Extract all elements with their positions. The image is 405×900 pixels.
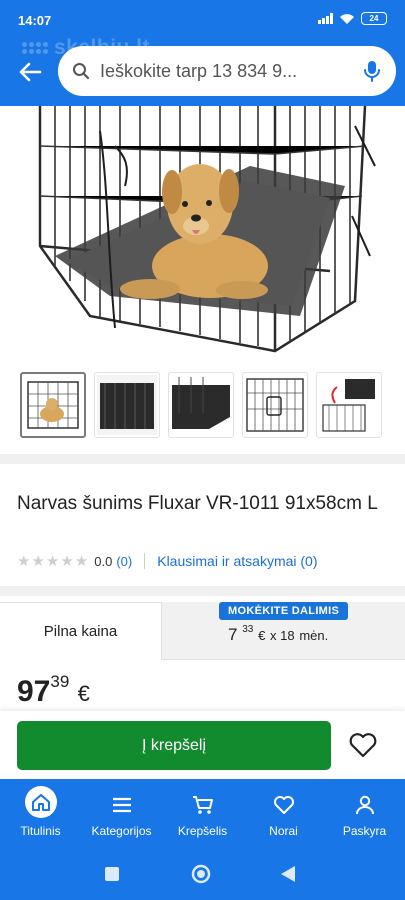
status-bar: 14:07 24 [0, 0, 405, 40]
wishlist-heart-icon[interactable] [348, 731, 378, 759]
app-header: 14:07 24 skelbiu.lt Ieškokite tarp 13 83… [0, 0, 405, 106]
nav-categories[interactable]: Kategorijos [81, 779, 162, 848]
system-home-icon[interactable] [190, 863, 212, 885]
rating-row: ★ ★ ★ ★ ★ 0.0 (0) Klausimai ir atsakymai… [17, 552, 318, 570]
thumbnail-2[interactable] [94, 372, 160, 438]
rating-stars: ★ ★ ★ ★ ★ [17, 552, 88, 570]
add-to-cart-button[interactable]: Į krepšelį [17, 721, 331, 770]
recents-icon[interactable] [104, 866, 120, 882]
search-input[interactable]: Ieškokite tarp 13 834 9... [100, 61, 354, 82]
nav-account[interactable]: Paskyra [324, 779, 405, 848]
home-icon [24, 786, 57, 818]
back-arrow-icon[interactable] [16, 58, 44, 86]
product-price: 9739 € [17, 672, 90, 708]
user-icon [355, 795, 374, 815]
battery-icon: 24 [361, 12, 387, 25]
section-divider [0, 586, 405, 596]
nav-cart[interactable]: Krepšelis [162, 779, 243, 848]
logo-dots-icon [22, 42, 48, 54]
system-navigation-bar [0, 848, 405, 900]
installment-badge: MOKĖKITE DALIMIS [219, 602, 349, 620]
search-icon [73, 63, 90, 80]
thumbnail-5[interactable] [316, 372, 382, 438]
cart-action-bar: Į krepšelį [0, 711, 405, 779]
installment-amount: 7 33 € x 18 mėn. [228, 624, 329, 644]
thumbnail-strip [20, 372, 390, 440]
microphone-icon[interactable] [362, 60, 382, 82]
nav-home-label: Titulinis [20, 824, 61, 838]
status-time: 14:07 [18, 13, 52, 28]
nav-wishlist-label: Norai [269, 824, 298, 838]
star-icon: ★ [17, 553, 31, 570]
thumbnail-4[interactable] [242, 372, 308, 438]
bottom-navigation: Titulinis Kategorijos Krepšelis Norai Pa… [0, 779, 405, 848]
nav-cart-label: Krepšelis [177, 824, 228, 838]
nav-home[interactable]: Titulinis [0, 779, 81, 848]
thumbnail-1[interactable] [20, 372, 86, 438]
heart-icon [273, 796, 294, 814]
search-bar[interactable]: Ieškokite tarp 13 834 9... [58, 46, 396, 96]
signal-icon [318, 13, 333, 24]
rating-value: 0.0 [94, 553, 113, 569]
product-title: Narvas šunims Fluxar VR-1011 91x58cm L [17, 493, 378, 514]
dog-cage-photo [38, 106, 376, 353]
nav-wishlist[interactable]: Norai [243, 779, 324, 848]
star-icon: ★ [31, 553, 45, 570]
nav-categories-label: Kategorijos [91, 824, 152, 838]
qa-link[interactable]: Klausimai ir atsakymai (0) [157, 553, 317, 569]
star-icon: ★ [74, 553, 89, 570]
tab-full-price[interactable]: Pilna kaina [0, 602, 162, 660]
product-main-image[interactable] [0, 106, 405, 356]
star-icon: ★ [45, 553, 60, 570]
status-icons: 24 [318, 12, 387, 25]
divider [144, 553, 146, 569]
thumbnail-3[interactable] [168, 372, 234, 438]
price-tabs: Pilna kaina MOKĖKITE DALIMIS 7 33 € x 18… [0, 602, 405, 660]
cart-icon [192, 796, 213, 814]
menu-icon [112, 797, 131, 813]
review-count-link[interactable]: (0) [116, 554, 132, 569]
system-back-icon[interactable] [280, 865, 296, 883]
star-icon: ★ [60, 553, 74, 570]
tab-installments[interactable]: MOKĖKITE DALIMIS 7 33 € x 18 mėn. [162, 602, 405, 660]
wifi-icon [340, 13, 354, 24]
nav-account-label: Paskyra [342, 824, 387, 838]
section-divider [0, 454, 405, 464]
